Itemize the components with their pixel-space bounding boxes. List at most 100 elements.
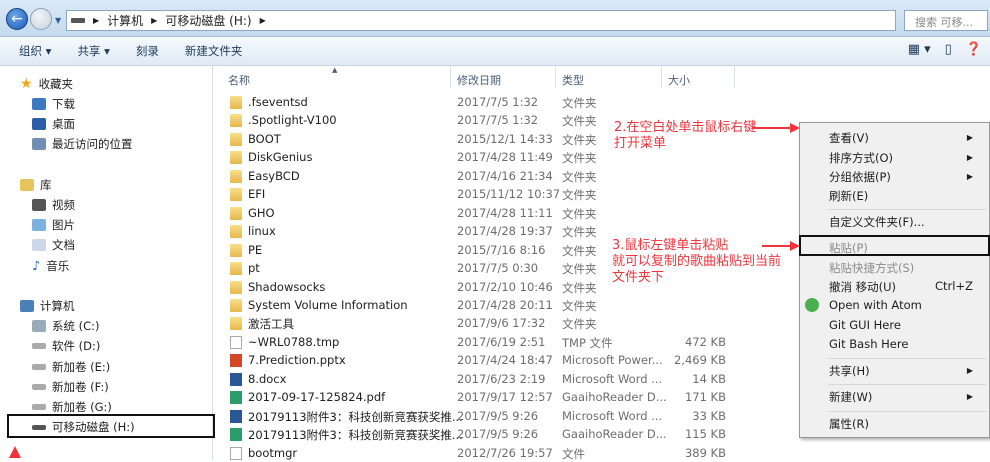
menu-item[interactable]: 撤消 移动(U) Ctrl+Z [829, 279, 981, 295]
folder-icon [230, 169, 242, 183]
sidebar-computer[interactable]: 计算机 [20, 297, 75, 315]
back-button[interactable]: ← [6, 8, 28, 30]
sidebar-item-recent[interactable]: 最近访问的位置 [32, 135, 133, 153]
new-folder-button[interactable]: 新建文件夹 [185, 43, 243, 59]
sidebar-favorites[interactable]: ★ 收藏夹 [20, 75, 73, 93]
column-size[interactable]: 大小 [668, 72, 690, 88]
menu-item[interactable]: 刷新(E) [829, 188, 981, 204]
menu-item[interactable]: 自定义文件夹(F)... [829, 214, 981, 230]
menu-item-label: 查看(V) [829, 131, 869, 145]
file-row[interactable]: 8.docx 2017/6/23 2:19 Microsoft Word ...… [214, 370, 774, 388]
highlight-box-drive-h [7, 414, 215, 438]
menu-item[interactable]: Git Bash Here [829, 337, 981, 351]
menu-item[interactable]: 查看(V) ▶ [829, 130, 981, 146]
file-type: 文件夹 [562, 151, 597, 166]
sidebar-drive-d[interactable]: 软件 (D:) [32, 337, 100, 355]
folder-icon [230, 132, 242, 146]
file-type: GaaihoReader D... [562, 390, 667, 405]
chevron-right-icon[interactable]: ▶ [260, 16, 266, 25]
file-row[interactable]: .fseventsd 2017/7/5 1:32 文件夹 [214, 93, 774, 111]
preview-pane-icon[interactable]: ▯ [945, 42, 952, 57]
column-name[interactable]: 名称 [228, 72, 250, 88]
file-name: pt [248, 261, 260, 276]
file-date: 2017/4/24 18:47 [457, 353, 553, 368]
menu-item[interactable]: 共享(H) ▶ [829, 363, 981, 379]
file-type: 文件夹 [562, 188, 597, 203]
file-name: .fseventsd [248, 95, 308, 109]
menu-item-label: 共享(H) [829, 364, 870, 378]
file-date: 2017/9/5 9:26 [457, 408, 539, 423]
forward-button[interactable] [30, 8, 52, 30]
file-row[interactable]: bootmgr 2012/7/26 19:57 文件 389 KB [214, 444, 774, 462]
menu-item-label: 粘贴快捷方式(S) [829, 261, 915, 275]
chevron-right-icon[interactable]: ▶ [93, 16, 99, 25]
breadcrumb-computer[interactable]: 计算机 [107, 12, 143, 29]
column-date[interactable]: 修改日期 [457, 72, 501, 88]
submenu-arrow-icon: ▶ [966, 392, 973, 401]
sidebar-item-desktop[interactable]: 桌面 [32, 115, 75, 133]
share-button[interactable]: 共享 ▾ [77, 43, 109, 59]
file-size: 472 KB [684, 334, 726, 349]
menu-item[interactable]: 新建(W) ▶ [829, 389, 981, 405]
sidebar-item-downloads[interactable]: 下载 [32, 95, 75, 113]
sidebar-item-pictures[interactable]: 图片 [32, 216, 75, 234]
file-type: 文件夹 [562, 317, 597, 332]
sidebar-item-music[interactable]: ♪ 音乐 [32, 257, 69, 275]
file-row[interactable]: EFI 2015/11/12 10:37 文件夹 [214, 185, 774, 203]
file-row[interactable]: System Volume Information 2017/4/28 20:1… [214, 296, 774, 314]
menu-item-label: Open with Atom [829, 298, 922, 312]
chevron-right-icon[interactable]: ▶ [151, 16, 157, 25]
star-icon: ★ [20, 76, 33, 92]
file-type: 文件夹 [562, 169, 597, 184]
folder-icon [230, 317, 242, 331]
file-date: 2015/7/16 8:16 [457, 242, 546, 257]
menu-item[interactable]: 粘贴快捷方式(S) [829, 260, 981, 276]
file-row[interactable]: 20179113附件3：科技创新竞赛获奖推... 2017/9/5 9:26 G… [214, 425, 774, 443]
file-row[interactable]: ~WRL0788.tmp 2017/6/19 2:51 TMP 文件 472 K… [214, 333, 774, 351]
sidebar-libraries[interactable]: 库 [20, 176, 52, 194]
folder-icon [230, 280, 242, 294]
address-bar[interactable]: ▶ 计算机 ▶ 可移动磁盘 (H:) ▶ [66, 10, 896, 31]
search-input[interactable]: 搜索 可移... [904, 10, 988, 31]
help-icon[interactable]: ❓ [966, 42, 982, 57]
menu-item[interactable]: Git GUI Here [829, 318, 981, 332]
file-name: 2017-09-17-125824.pdf [248, 390, 386, 405]
file-size: 14 KB [692, 371, 726, 386]
pdf-icon [230, 428, 242, 442]
sidebar-item-videos[interactable]: 视频 [32, 196, 75, 214]
sidebar-drive-c[interactable]: 系统 (C:) [32, 317, 100, 335]
sidebar-drive-e[interactable]: 新加卷 (E:) [32, 358, 110, 376]
menu-item-label: 撤消 移动(U) [829, 280, 897, 294]
sidebar-item-documents[interactable]: 文档 [32, 236, 75, 254]
menu-item[interactable]: 排序方式(O) ▶ [829, 150, 981, 166]
recent-pages-dropdown[interactable]: ▼ [55, 16, 61, 25]
annotation-step3: 3.鼠标左键单击粘贴 就可以复制的歌曲粘贴到当前 文件夹下 [612, 238, 782, 285]
menu-item[interactable]: 属性(R) [829, 416, 981, 432]
file-row[interactable]: 7.Prediction.pptx 2017/4/24 18:47 Micros… [214, 351, 774, 369]
file-date: 2017/6/23 2:19 [457, 371, 546, 386]
context-menu: 查看(V) ▶ 排序方式(O) ▶ 分组依据(P) ▶ 刷新(E) 自定义文件夹(F)... 粘… [799, 122, 990, 438]
file-size: 2,469 KB [673, 353, 726, 368]
sidebar-drive-f[interactable]: 新加卷 (F:) [32, 378, 109, 396]
file-row[interactable]: 激活工具 2017/9/6 17:32 文件夹 [214, 314, 774, 332]
file-row[interactable]: EasyBCD 2017/4/16 21:34 文件夹 [214, 167, 774, 185]
file-date: 2015/12/1 14:33 [457, 131, 553, 146]
title-bar: ← ▼ ▶ 计算机 ▶ 可移动磁盘 (H:) ▶ 搜索 可移... [0, 0, 990, 36]
column-type[interactable]: 类型 [562, 72, 584, 88]
file-row[interactable]: 2017-09-17-125824.pdf 2017/9/17 12:57 Ga… [214, 388, 774, 406]
highlight-box-paste [799, 235, 990, 256]
organize-button[interactable]: 组织 ▾ [19, 43, 51, 59]
file-type: 文件夹 [562, 225, 597, 240]
file-row[interactable]: GHO 2017/4/28 11:11 文件夹 [214, 204, 774, 222]
file-date: 2015/11/12 10:37 [457, 187, 561, 202]
menu-item[interactable]: 分组依据(P) ▶ [829, 169, 981, 185]
view-options-icon[interactable]: ▦ ▾ [908, 42, 931, 57]
menu-item[interactable]: Open with Atom [805, 298, 981, 312]
breadcrumb-drive[interactable]: 可移动磁盘 (H:) [165, 12, 251, 29]
toolbar: 组织 ▾ 共享 ▾ 刻录 新建文件夹 [0, 36, 990, 66]
file-row[interactable]: 20179113附件3：科技创新竞赛获奖推... 2017/9/5 9:26 M… [214, 407, 774, 425]
menu-shortcut: Ctrl+Z [935, 279, 973, 293]
burn-button[interactable]: 刻录 [136, 43, 159, 59]
file-name: bootmgr [248, 445, 298, 460]
navigation-pane: ★ 收藏夹 下载 桌面 最近访问的位置 库 视频 图片 文档 ♪ 音乐 计算机 系统… [0, 66, 213, 460]
